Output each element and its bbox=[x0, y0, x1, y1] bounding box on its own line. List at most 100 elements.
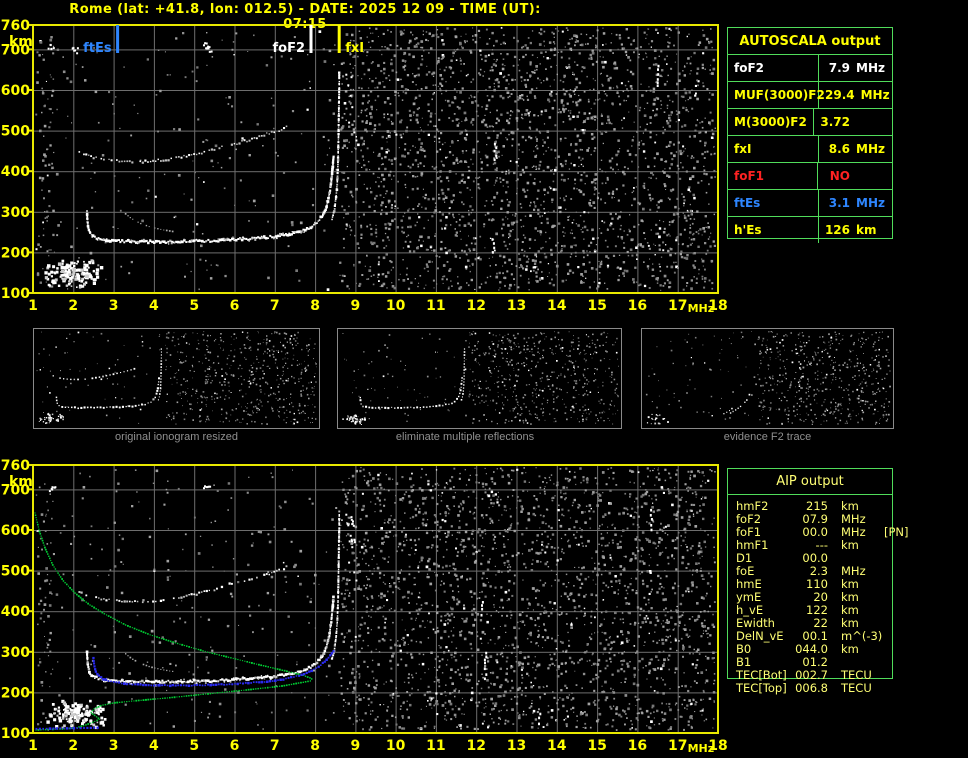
autoscala-row: ftEs 3.1 MHz bbox=[728, 189, 892, 216]
y-axis-tick-label: 400 bbox=[1, 164, 30, 180]
autoscala-row-label: MUF(3000)F2 bbox=[728, 82, 819, 108]
aip-row-aipu: km bbox=[828, 539, 878, 552]
x-axis-tick-label: 8 bbox=[310, 738, 320, 754]
autoscala-row-label: foF1 bbox=[728, 163, 818, 189]
aip-row-aipx bbox=[878, 630, 892, 643]
autoscala-row: h'Es 126 km bbox=[728, 216, 892, 243]
x-axis-tick-label: 2 bbox=[68, 298, 78, 314]
thumbnail-svg bbox=[34, 329, 319, 426]
ionogram-plot-top: 123456789101112131415161718MHz7607006005… bbox=[0, 0, 735, 318]
x-axis-tick-label: 17 bbox=[668, 298, 687, 314]
x-axis-tick-label: 17 bbox=[668, 738, 687, 754]
x-axis-tick-label: 16 bbox=[628, 298, 647, 314]
autoscala-row-value: NO bbox=[824, 169, 850, 183]
autoscala-row: M(3000)F2 3.72 bbox=[728, 108, 892, 135]
autoscala-row: foF1 NO bbox=[728, 162, 892, 189]
x-axis-tick-label: 10 bbox=[386, 738, 406, 754]
thumbnail-svg bbox=[338, 329, 621, 426]
aip-row-aipx bbox=[878, 539, 892, 552]
thumbnail-svg bbox=[642, 329, 893, 426]
x-axis-tick-label: 9 bbox=[351, 738, 361, 754]
y-axis-tick-label: 760 bbox=[1, 458, 30, 474]
autoscala-row: MUF(3000)F2 29.4 MHz bbox=[728, 81, 892, 108]
autoscala-row-value: 3.1 bbox=[825, 196, 850, 210]
x-axis-tick-label: 7 bbox=[270, 298, 280, 314]
x-axis-tick-label: 12 bbox=[466, 298, 485, 314]
x-axis-tick-label: 2 bbox=[68, 738, 78, 754]
aip-row-aipx bbox=[878, 604, 892, 617]
x-axis-tick-label: 14 bbox=[547, 298, 567, 314]
x-axis-tick-label: 9 bbox=[351, 298, 361, 314]
aip-row-aipv: 006.8 bbox=[792, 682, 828, 695]
x-axis-tick-label: 11 bbox=[426, 738, 445, 754]
y-axis-tick-label: 600 bbox=[1, 523, 30, 539]
autoscala-row-value: 3.72 bbox=[820, 115, 850, 129]
aip-row-aipx bbox=[878, 682, 892, 695]
y-axis-tick-label: 600 bbox=[1, 83, 30, 99]
autoscala-row-unit: km bbox=[856, 223, 886, 237]
aip-row-aipx bbox=[878, 500, 892, 513]
x-axis-tick-label: 6 bbox=[230, 738, 240, 754]
autoscala-row-value: 29.4 bbox=[825, 88, 855, 102]
thumbnail-evidence-f2 bbox=[641, 328, 894, 429]
x-axis-tick-label: 8 bbox=[310, 298, 320, 314]
thumbnail-original-ionogram bbox=[33, 328, 320, 429]
aip-row-n: TEC[Top] bbox=[736, 682, 792, 695]
x-axis-tick-label: 10 bbox=[386, 298, 406, 314]
autoscala-window: { "title": "Rome (lat: +41.8, lon: 012.5… bbox=[0, 0, 968, 755]
x-axis-tick-label: 16 bbox=[628, 738, 647, 754]
aip-row-aipx bbox=[878, 552, 892, 565]
aip-row-aipx: [PN] bbox=[878, 526, 909, 539]
autoscala-output-table: AUTOSCALA output foF2 7.9 MHz MUF(3000)F2 29… bbox=[727, 27, 893, 239]
autoscala-table-title: AUTOSCALA output bbox=[728, 28, 892, 54]
x-axis-tick-label: 6 bbox=[230, 298, 240, 314]
aip-rows: hmF2215kmfoF207.9MHzfoF100.0MHz[PN]hmF1-… bbox=[728, 500, 892, 695]
aip-row-aipx bbox=[878, 669, 892, 682]
thumbnail-eliminate-reflections bbox=[337, 328, 622, 429]
x-axis-tick-label: 4 bbox=[149, 298, 159, 314]
autoscala-row-unit: MHz bbox=[861, 88, 891, 102]
foF2-marker-label: foF2 bbox=[272, 41, 305, 56]
bottom-ionogram-svg: 123456789101112131415161718MHz7607006005… bbox=[0, 440, 735, 758]
x-axis-tick-label: 12 bbox=[466, 738, 485, 754]
autoscala-row-label: foF2 bbox=[728, 55, 819, 81]
y-axis-tick-label: 300 bbox=[1, 645, 30, 661]
y-axis-tick-label: 760 bbox=[1, 18, 30, 34]
autoscala-row-value: 8.6 bbox=[825, 142, 850, 156]
y-axis-tick-label: 200 bbox=[1, 245, 30, 261]
autoscala-row-unit: MHz bbox=[856, 142, 886, 156]
x-axis-tick-label: 14 bbox=[547, 738, 567, 754]
x-axis-tick-label: 11 bbox=[426, 298, 445, 314]
y-axis-unit-label: km bbox=[9, 34, 33, 50]
aip-row-aipx bbox=[878, 656, 892, 669]
aip-output-table: AIP output hmF2215kmfoF207.9MHzfoF100.0M… bbox=[727, 468, 893, 679]
autoscala-row-unit: MHz bbox=[856, 61, 886, 75]
x-axis-tick-label: 7 bbox=[270, 738, 280, 754]
y-axis-unit-label: km bbox=[9, 474, 33, 490]
aip-row-aipu: TECU bbox=[828, 682, 878, 695]
aip-row: TEC[Top]006.8TECU bbox=[728, 682, 892, 695]
aip-row-aipx bbox=[878, 643, 892, 656]
autoscala-row-value: 126 bbox=[825, 223, 850, 237]
aip-row-aipx bbox=[878, 578, 892, 591]
x-axis-unit-label: MHz bbox=[688, 302, 715, 315]
x-axis-tick-label: 13 bbox=[507, 298, 526, 314]
autoscala-row-unit: MHz bbox=[856, 196, 886, 210]
y-axis-tick-label: 300 bbox=[1, 205, 30, 221]
x-axis-tick-label: 5 bbox=[189, 738, 199, 754]
aip-row-aipx bbox=[878, 565, 892, 578]
y-axis-tick-label: 500 bbox=[1, 124, 30, 140]
ftEs-marker-label: ftEs bbox=[83, 41, 112, 56]
aip-row-aipu: km bbox=[828, 643, 878, 656]
y-axis-tick-label: 100 bbox=[1, 286, 30, 302]
autoscala-row-label: h'Es bbox=[728, 217, 819, 243]
autoscala-row-label: ftEs bbox=[728, 190, 819, 216]
x-axis-tick-label: 5 bbox=[189, 298, 199, 314]
y-axis-tick-label: 200 bbox=[1, 685, 30, 701]
y-axis-tick-label: 400 bbox=[1, 604, 30, 620]
autoscala-row-label: fxI bbox=[728, 136, 819, 162]
autoscala-row-value: 7.9 bbox=[825, 61, 850, 75]
x-axis-tick-label: 15 bbox=[587, 738, 606, 754]
autoscala-row-label: M(3000)F2 bbox=[728, 109, 814, 135]
x-axis-tick-label: 3 bbox=[109, 298, 119, 314]
